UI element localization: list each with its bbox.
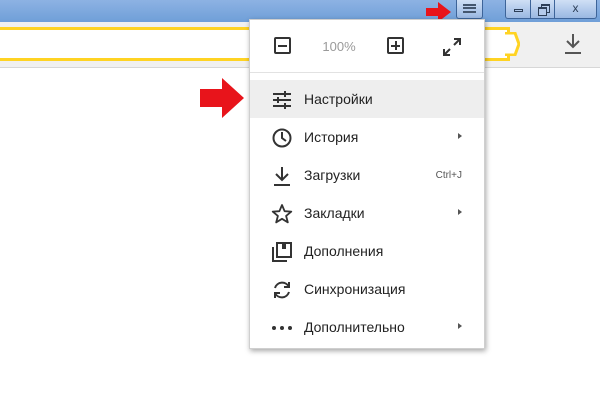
star-icon bbox=[271, 204, 293, 224]
zoom-out-button[interactable] bbox=[274, 37, 291, 54]
fullscreen-icon[interactable] bbox=[441, 36, 463, 58]
menu-item-bookmarks[interactable]: Закладки bbox=[250, 194, 484, 232]
zoom-level: 100% bbox=[322, 39, 356, 54]
zoom-in-button[interactable] bbox=[387, 37, 404, 54]
submenu-arrow-icon bbox=[458, 323, 462, 329]
annotation-arrow-settings bbox=[200, 78, 244, 118]
sync-icon bbox=[274, 281, 290, 299]
browser-window: x 100% Настройки История Загрузки Ctrl+J… bbox=[0, 0, 600, 416]
menu-item-label: Синхронизация bbox=[304, 281, 406, 297]
extensions-icon bbox=[272, 242, 292, 262]
browser-main-menu: 100% Настройки История Загрузки Ctrl+J З… bbox=[249, 19, 485, 349]
submenu-arrow-icon bbox=[458, 209, 462, 215]
menu-item-downloads[interactable]: Загрузки Ctrl+J bbox=[250, 156, 484, 194]
more-dots-icon bbox=[272, 326, 292, 330]
menu-item-label: Закладки bbox=[304, 205, 365, 221]
menu-item-settings[interactable]: Настройки bbox=[250, 80, 484, 118]
submenu-arrow-icon bbox=[458, 133, 462, 139]
browser-menu-button[interactable] bbox=[456, 0, 483, 19]
minimize-button[interactable] bbox=[505, 0, 531, 19]
hamburger-icon bbox=[463, 4, 476, 13]
settings-sliders-icon bbox=[273, 91, 291, 109]
restore-icon bbox=[537, 4, 550, 16]
clock-icon bbox=[272, 128, 292, 148]
menu-item-label: История bbox=[304, 129, 359, 145]
download-icon bbox=[274, 167, 290, 186]
menu-item-more[interactable]: Дополнительно bbox=[250, 308, 484, 346]
menu-item-history[interactable]: История bbox=[250, 118, 484, 156]
menu-item-label: Настройки bbox=[304, 91, 373, 107]
minimize-icon bbox=[513, 9, 523, 12]
address-bar-arrow-tip bbox=[505, 32, 520, 56]
menu-item-label: Дополнительно bbox=[304, 319, 405, 335]
shortcut-label: Ctrl+J bbox=[435, 170, 462, 181]
zoom-controls: 100% bbox=[250, 20, 484, 73]
menu-item-sync[interactable]: Синхронизация bbox=[250, 270, 484, 308]
restore-button[interactable] bbox=[530, 0, 555, 19]
close-button[interactable]: x bbox=[554, 0, 597, 19]
menu-item-extensions[interactable]: Дополнения bbox=[250, 232, 484, 270]
downloads-toolbar-icon[interactable] bbox=[563, 33, 583, 55]
close-icon: x bbox=[572, 1, 579, 15]
menu-item-label: Загрузки bbox=[304, 167, 361, 183]
menu-item-label: Дополнения bbox=[304, 243, 384, 259]
